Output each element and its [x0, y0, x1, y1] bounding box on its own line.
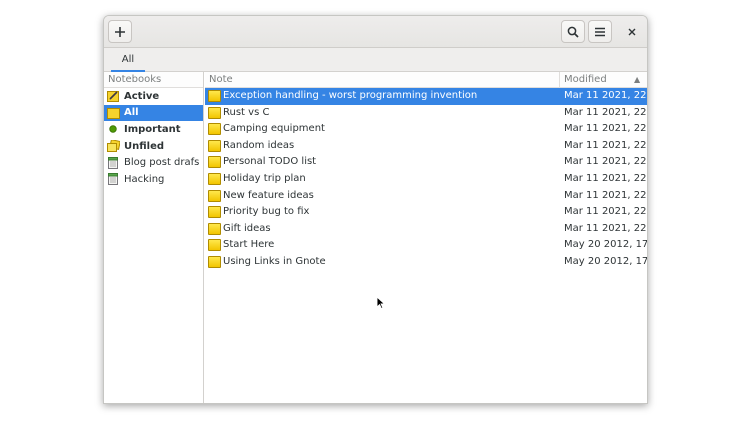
note-modified-date: Mar 11 2021, 22:03: [564, 189, 647, 201]
note-icon: [208, 222, 221, 235]
column-header-modified[interactable]: Modified: [564, 72, 607, 87]
note-icon: [208, 206, 221, 219]
plus-icon: [115, 26, 125, 37]
close-window-button[interactable]: [624, 24, 640, 40]
notebook-label: Unfiled: [124, 140, 165, 152]
note-row[interactable]: Start Here May 20 2012, 17:05: [205, 237, 648, 254]
search-icon: [567, 26, 579, 38]
notebook-label: Important: [124, 123, 181, 135]
notes-table-header: Note Modified ▲: [205, 72, 647, 88]
note-row[interactable]: Random ideas Mar 11 2021, 22:05: [205, 138, 647, 155]
pencil-note-icon: [107, 91, 119, 103]
notes-list-pane: Note Modified ▲ Exception handling - wor…: [205, 72, 648, 403]
note-modified-date: Mar 11 2021, 22:05: [564, 139, 647, 151]
notebook-icon: [108, 156, 118, 169]
note-icon: [208, 123, 221, 136]
gnote-window: All Notebooks Active All Important Unfil…: [103, 15, 648, 404]
tab-bar: All: [104, 48, 647, 72]
notebook-item-unfiled[interactable]: Unfiled: [104, 138, 203, 155]
note-title: Random ideas: [223, 139, 295, 151]
note-title: Priority bug to fix: [223, 206, 310, 218]
note-icon: [208, 90, 221, 102]
note-modified-date: Mar 11 2021, 22:04: [564, 172, 647, 184]
note-modified-date: Mar 11 2021, 22:06: [564, 123, 647, 135]
note-title: Exception handling - worst programming i…: [223, 90, 478, 101]
search-button[interactable]: [561, 20, 585, 43]
notebook-item-hacking[interactable]: Hacking: [104, 171, 203, 188]
notebook-label: Active: [124, 90, 160, 102]
note-row[interactable]: Exception handling - worst programming i…: [205, 88, 647, 105]
tab-label: All: [121, 53, 135, 65]
mouse-pointer-icon: [376, 296, 386, 310]
note-modified-date: Mar 11 2021, 22:02: [564, 206, 647, 218]
note-row[interactable]: Holiday trip plan Mar 11 2021, 22:04: [205, 171, 647, 188]
green-dot-icon: [109, 125, 117, 134]
note-icon: [208, 172, 221, 185]
note-row[interactable]: Priority bug to fix Mar 11 2021, 22:02: [205, 204, 647, 221]
notebook-item-important[interactable]: Important: [104, 121, 203, 138]
header-bar: [104, 16, 647, 48]
note-title: Holiday trip plan: [223, 172, 306, 184]
notebooks-pane: Notebooks Active All Important Unfiled B…: [104, 72, 204, 403]
note-row[interactable]: Rust vs C Mar 11 2021, 22:07: [205, 105, 647, 122]
notebook-item-active[interactable]: Active: [104, 88, 203, 105]
new-note-button[interactable]: [108, 20, 132, 43]
note-icon: [208, 156, 221, 169]
notebooks-header[interactable]: Notebooks: [104, 72, 203, 88]
note-row[interactable]: New feature ideas Mar 11 2021, 22:03: [205, 188, 647, 205]
note-title: Rust vs C: [223, 106, 270, 118]
note-title: Personal TODO list: [223, 156, 317, 168]
hamburger-menu-icon: [595, 27, 605, 36]
tab-all[interactable]: All: [111, 48, 145, 72]
note-row[interactable]: Gift ideas Mar 11 2021, 22:02: [205, 221, 647, 238]
sort-descending-icon: ▲: [634, 75, 641, 84]
unfiled-notes-icon: [107, 140, 120, 153]
note-modified-date: May 20 2012, 17:05: [564, 255, 648, 267]
notebook-label: Hacking: [124, 173, 165, 185]
note-modified-date: Mar 11 2021, 22:07: [564, 106, 647, 118]
close-icon: [628, 28, 636, 36]
note-title: Camping equipment: [223, 123, 325, 135]
note-modified-date: Mar 11 2021, 22:02: [564, 222, 647, 234]
note-icon: [208, 139, 221, 152]
note-modified-date: Mar 11 2021, 22:07: [564, 90, 647, 101]
note-row[interactable]: Using Links in Gnote May 20 2012, 17:05: [205, 254, 648, 271]
note-title: Start Here: [223, 239, 275, 251]
notebook-label: Blog post drafs: [124, 157, 200, 169]
notebook-item-all[interactable]: All: [104, 104, 203, 122]
column-separator[interactable]: [559, 72, 560, 88]
main-menu-button[interactable]: [588, 20, 612, 43]
note-modified-date: Mar 11 2021, 22:04: [564, 156, 647, 168]
notebook-item-blog-post-drafs[interactable]: Blog post drafs: [104, 154, 203, 171]
note-icon: [208, 106, 221, 119]
note-modified-date: May 20 2012, 17:05: [564, 239, 648, 251]
notebook-label: All: [124, 107, 139, 119]
note-title: Gift ideas: [223, 222, 271, 234]
note-row[interactable]: Camping equipment Mar 11 2021, 22:06: [205, 121, 647, 138]
notebook-icon: [108, 173, 118, 186]
notes-table-body: Exception handling - worst programming i…: [205, 88, 648, 271]
notes-folder-icon: [107, 107, 120, 119]
note-title: New feature ideas: [223, 189, 314, 201]
note-icon: [208, 239, 221, 252]
note-icon: [208, 189, 221, 202]
note-row[interactable]: Personal TODO list Mar 11 2021, 22:04: [205, 154, 647, 171]
note-title: Using Links in Gnote: [223, 255, 326, 267]
column-header-note[interactable]: Note: [209, 72, 233, 87]
note-icon: [208, 255, 221, 268]
